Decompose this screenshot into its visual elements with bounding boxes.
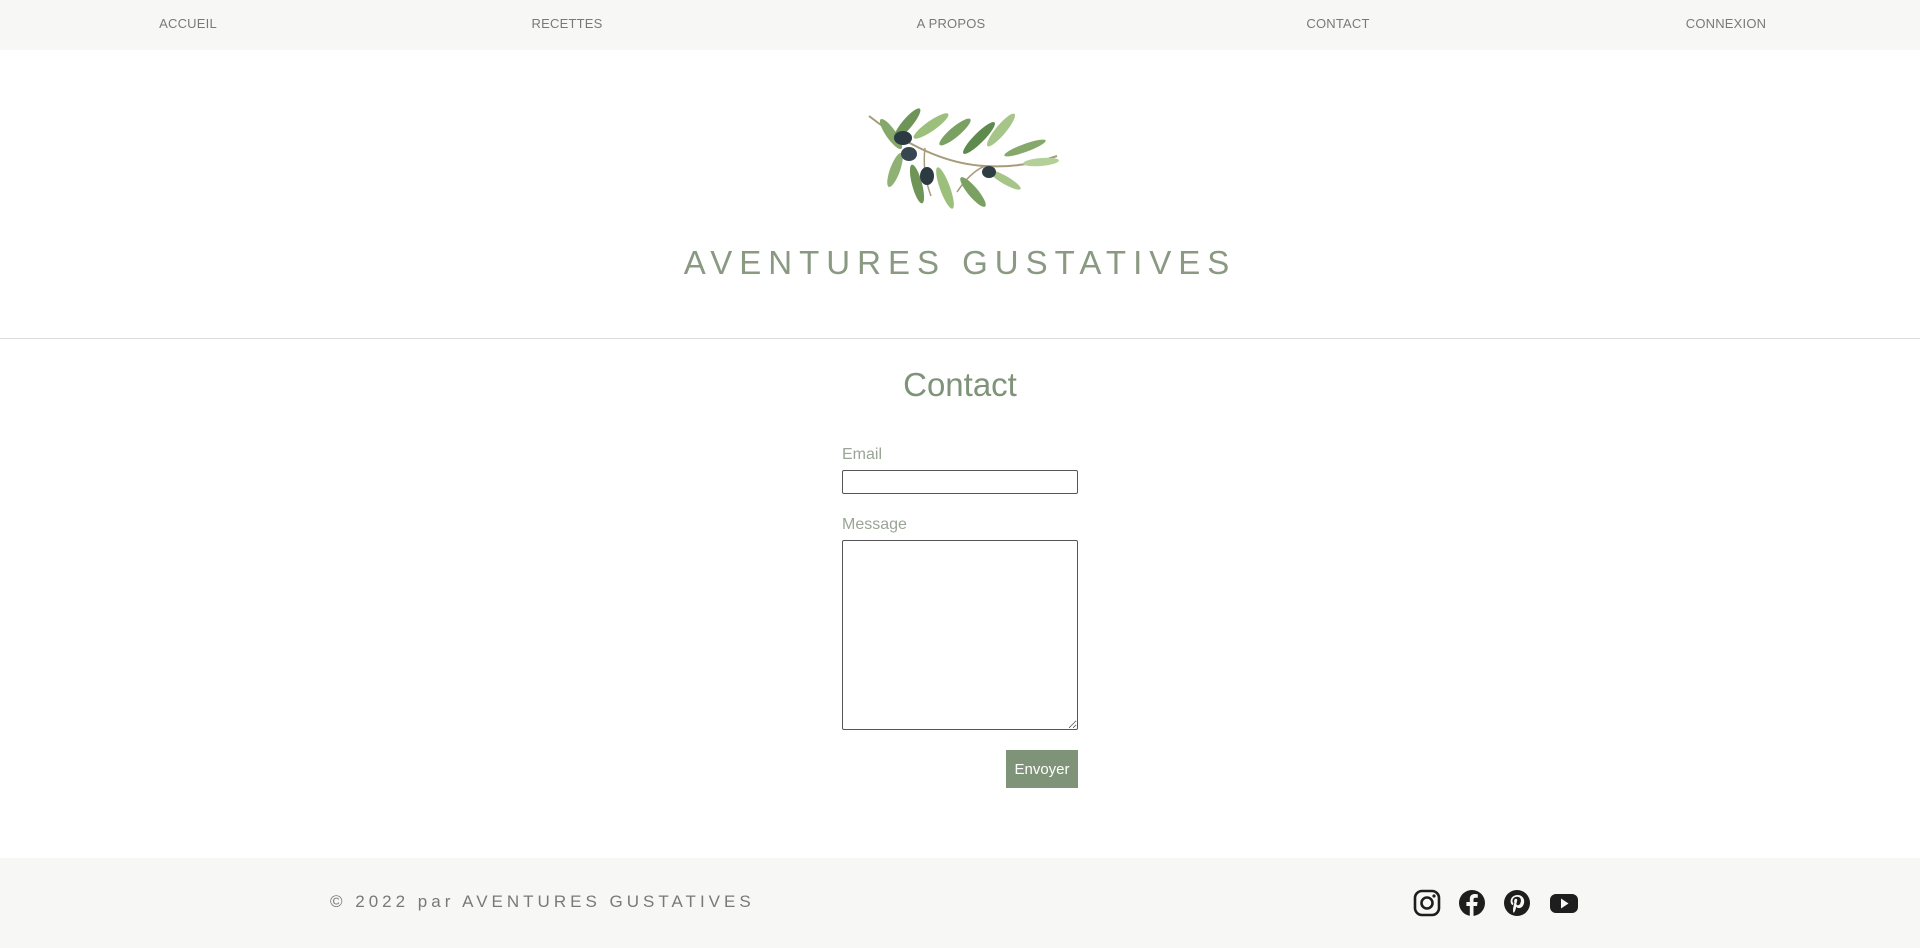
page: ACCUEIL RECETTES A PROPOS CONTACT CONNEX… [0, 0, 1920, 948]
youtube-icon[interactable] [1549, 888, 1579, 918]
top-navigation: ACCUEIL RECETTES A PROPOS CONTACT CONNEX… [0, 0, 1920, 50]
facebook-icon[interactable] [1457, 888, 1487, 918]
site-title: AVENTURES GUSTATIVES [683, 244, 1237, 281]
nav-item-contact[interactable]: CONTACT [1306, 0, 1369, 50]
nav-item-recettes[interactable]: RECETTES [532, 0, 603, 50]
message-label: Message [842, 516, 907, 533]
olive-branch-icon [865, 104, 1059, 216]
nav-item-connexion[interactable]: CONNEXION [1686, 0, 1767, 50]
nav-item-a-propos[interactable]: A PROPOS [917, 0, 986, 50]
copyright-text: © 2022 par AVENTURES GUSTATIVES [330, 892, 755, 911]
nav-item-accueil[interactable]: ACCUEIL [159, 0, 217, 50]
page-title: Contact [903, 366, 1017, 403]
pinterest-icon[interactable] [1502, 888, 1532, 918]
email-label: Email [842, 446, 883, 463]
footer: © 2022 par AVENTURES GUSTATIVES [0, 858, 1920, 948]
send-button[interactable]: Envoyer [1006, 750, 1078, 788]
message-textarea[interactable] [842, 540, 1078, 730]
header-divider [0, 338, 1920, 339]
instagram-icon[interactable] [1412, 888, 1442, 918]
email-field[interactable] [842, 470, 1078, 494]
